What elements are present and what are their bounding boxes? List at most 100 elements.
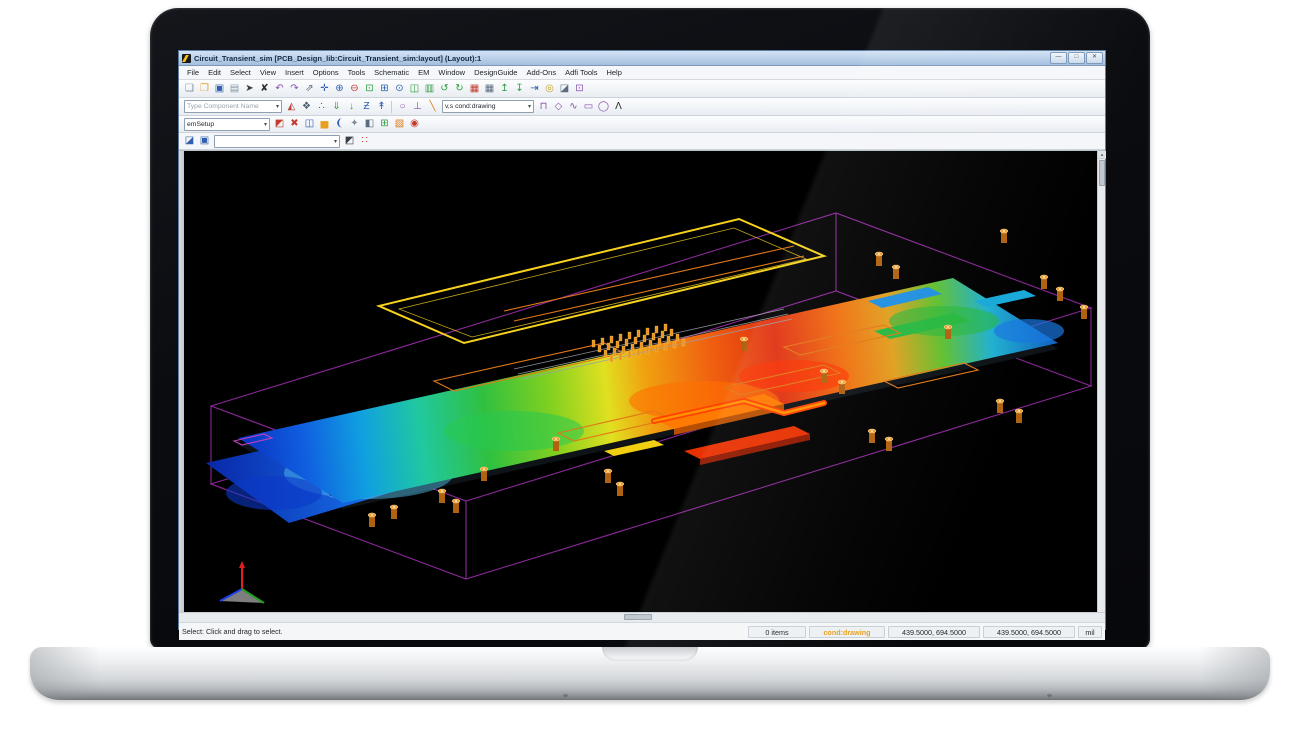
insert-ground-icon[interactable]: ⊥	[410, 100, 425, 114]
statusbar: Select: Click and drag to select. 0 item…	[179, 622, 1105, 640]
em-3d-thermal-view[interactable]	[184, 151, 1099, 612]
zoom-fit-icon[interactable]: ⊞	[377, 82, 392, 96]
insert-polygon-icon[interactable]: ◇	[551, 100, 566, 114]
rotate-cw-icon[interactable]: ↻	[452, 82, 467, 96]
probe-icon[interactable]: ◩	[342, 134, 357, 148]
solid-3d-icon[interactable]: ▧	[392, 117, 407, 131]
print-icon[interactable]: ▤	[227, 82, 242, 96]
port-editor-icon[interactable]: ❨	[332, 117, 347, 131]
open-folder-icon[interactable]: ❒	[197, 82, 212, 96]
em-simulate-icon[interactable]: ✖	[287, 117, 302, 131]
layout-canvas[interactable]: ▴	[179, 150, 1105, 612]
zoom-point-icon[interactable]: ⊙	[392, 82, 407, 96]
vertical-scroll-thumb[interactable]	[1099, 160, 1105, 186]
eraser-icon[interactable]: ◪	[182, 134, 197, 148]
em-3d-view-icon[interactable]: ⊞	[377, 117, 392, 131]
insert-text-icon[interactable]: Λ	[611, 100, 626, 114]
minimize-button[interactable]: —	[1050, 52, 1067, 64]
select-cursor-icon[interactable]: ➤	[242, 82, 257, 96]
maximize-button[interactable]: □	[1068, 52, 1085, 64]
menu-help[interactable]: Help	[602, 67, 625, 79]
goto-layer-icon[interactable]: ⊡	[572, 82, 587, 96]
entry-layer-combo[interactable]: v,s cond:drawing ▾	[442, 100, 534, 113]
cursor-coordinates: 439.5000, 694.5000	[888, 626, 980, 638]
layer-visibility-icon[interactable]: ▦	[467, 82, 482, 96]
chevron-down-icon: ▾	[334, 138, 337, 145]
menu-schematic[interactable]: Schematic	[370, 67, 413, 79]
menu-adfi-tools[interactable]: Adfi Tools	[561, 67, 601, 79]
window-controls: —□✕	[1050, 52, 1103, 64]
horizontal-scroll-thumb[interactable]	[624, 614, 652, 620]
new-file-icon[interactable]: ❏	[182, 82, 197, 96]
menu-em[interactable]: EM	[414, 67, 433, 79]
tune-icon[interactable]: ✦	[347, 117, 362, 131]
wire-up-icon[interactable]: ↥	[497, 82, 512, 96]
insert-arc-icon[interactable]: ∿	[566, 100, 581, 114]
zoom-last-icon[interactable]: ⇗	[302, 82, 317, 96]
wire-into-icon[interactable]: ⇥	[527, 82, 542, 96]
far-field-icon[interactable]: ◉	[407, 117, 422, 131]
preview-3d-icon[interactable]: ◧	[362, 117, 377, 131]
toolbar-separator	[389, 100, 395, 114]
insert-circle-icon[interactable]: ◯	[596, 100, 611, 114]
pan-icon[interactable]: ✛	[317, 82, 332, 96]
laptop-lid-notch	[602, 647, 698, 661]
insert-rectangle-icon[interactable]: ▭	[581, 100, 596, 114]
save-state-icon[interactable]: ▣	[197, 134, 212, 148]
layer-swap-icon[interactable]: ◪	[557, 82, 572, 96]
push-into-icon[interactable]: Ƶ	[359, 100, 374, 114]
vertical-scrollbar[interactable]: ▴	[1097, 151, 1105, 612]
active-layer-indicator[interactable]: cond:drawing	[809, 626, 885, 638]
menu-file[interactable]: File	[183, 67, 203, 79]
toolbar-canvas: ◪▣ ▾ ◩∷	[179, 133, 1105, 150]
snap-grid-icon[interactable]: ∷	[357, 134, 372, 148]
wire-down-icon[interactable]: ↧	[512, 82, 527, 96]
annotation-combo[interactable]: ▾	[214, 135, 340, 148]
close-button[interactable]: ✕	[1086, 52, 1103, 64]
part-tree-icon[interactable]: ∴	[314, 100, 329, 114]
toolbar-em: emSetup ▾ ◩✖◫▅❨✦◧⊞▧◉	[179, 116, 1105, 133]
view-window-icon[interactable]: ▥	[422, 82, 437, 96]
component-library-icon[interactable]: ❖	[299, 100, 314, 114]
library-browser-icon[interactable]: ◭	[284, 100, 299, 114]
menu-window[interactable]: Window	[434, 67, 469, 79]
chevron-down-icon: ▾	[264, 121, 267, 128]
insert-pin-icon[interactable]: ○	[395, 100, 410, 114]
zoom-area-icon[interactable]: ⊡	[362, 82, 377, 96]
component-name-combo[interactable]: Type Component Name ▾	[184, 100, 282, 113]
toolbar-insert: Type Component Name ▾ ◭❖∴⇓↓Ƶ↟ ○⊥╲ v,s co…	[179, 98, 1105, 116]
menu-view[interactable]: View	[256, 67, 280, 79]
save-icon[interactable]: ▣	[212, 82, 227, 96]
insert-path-icon[interactable]: ⊓	[536, 100, 551, 114]
rotate-ccw-icon[interactable]: ↺	[437, 82, 452, 96]
substrate-editor-icon[interactable]: ▅	[317, 117, 332, 131]
ads-layout-window: Circuit_Transient_sim [PCB_Design_lib:Ci…	[178, 50, 1106, 630]
via-icon[interactable]: ◎	[542, 82, 557, 96]
em-setup-combo[interactable]: emSetup ▾	[184, 118, 270, 131]
menu-edit[interactable]: Edit	[204, 67, 225, 79]
momentum-viewer-icon[interactable]: ◫	[302, 117, 317, 131]
horizontal-scrollbar[interactable]	[179, 612, 1105, 622]
em-setup-icon[interactable]: ◩	[272, 117, 287, 131]
scroll-up-icon[interactable]: ▴	[1098, 151, 1106, 159]
pop-out-icon[interactable]: ↟	[374, 100, 389, 114]
menu-insert[interactable]: Insert	[281, 67, 308, 79]
view-all-icon[interactable]: ◫	[407, 82, 422, 96]
app-logo-icon	[182, 54, 191, 63]
undo-icon[interactable]: ↶	[272, 82, 287, 96]
zoom-out-icon[interactable]: ⊖	[347, 82, 362, 96]
menu-designguide[interactable]: DesignGuide	[470, 67, 521, 79]
place-component-icon[interactable]: ⇓	[329, 100, 344, 114]
layer-editor-icon[interactable]: ▦	[482, 82, 497, 96]
menu-options[interactable]: Options	[309, 67, 343, 79]
titlebar[interactable]: Circuit_Transient_sim [PCB_Design_lib:Ci…	[179, 51, 1105, 66]
redo-icon[interactable]: ↷	[287, 82, 302, 96]
zoom-in-icon[interactable]: ⊕	[332, 82, 347, 96]
place-again-icon[interactable]: ↓	[344, 100, 359, 114]
menu-select[interactable]: Select	[226, 67, 255, 79]
menu-tools[interactable]: Tools	[344, 67, 370, 79]
menu-add-ons[interactable]: Add-Ons	[522, 67, 560, 79]
delete-icon[interactable]: ✘	[257, 82, 272, 96]
insert-trace-icon[interactable]: ╲	[425, 100, 440, 114]
selection-count: 0 items	[748, 626, 806, 638]
